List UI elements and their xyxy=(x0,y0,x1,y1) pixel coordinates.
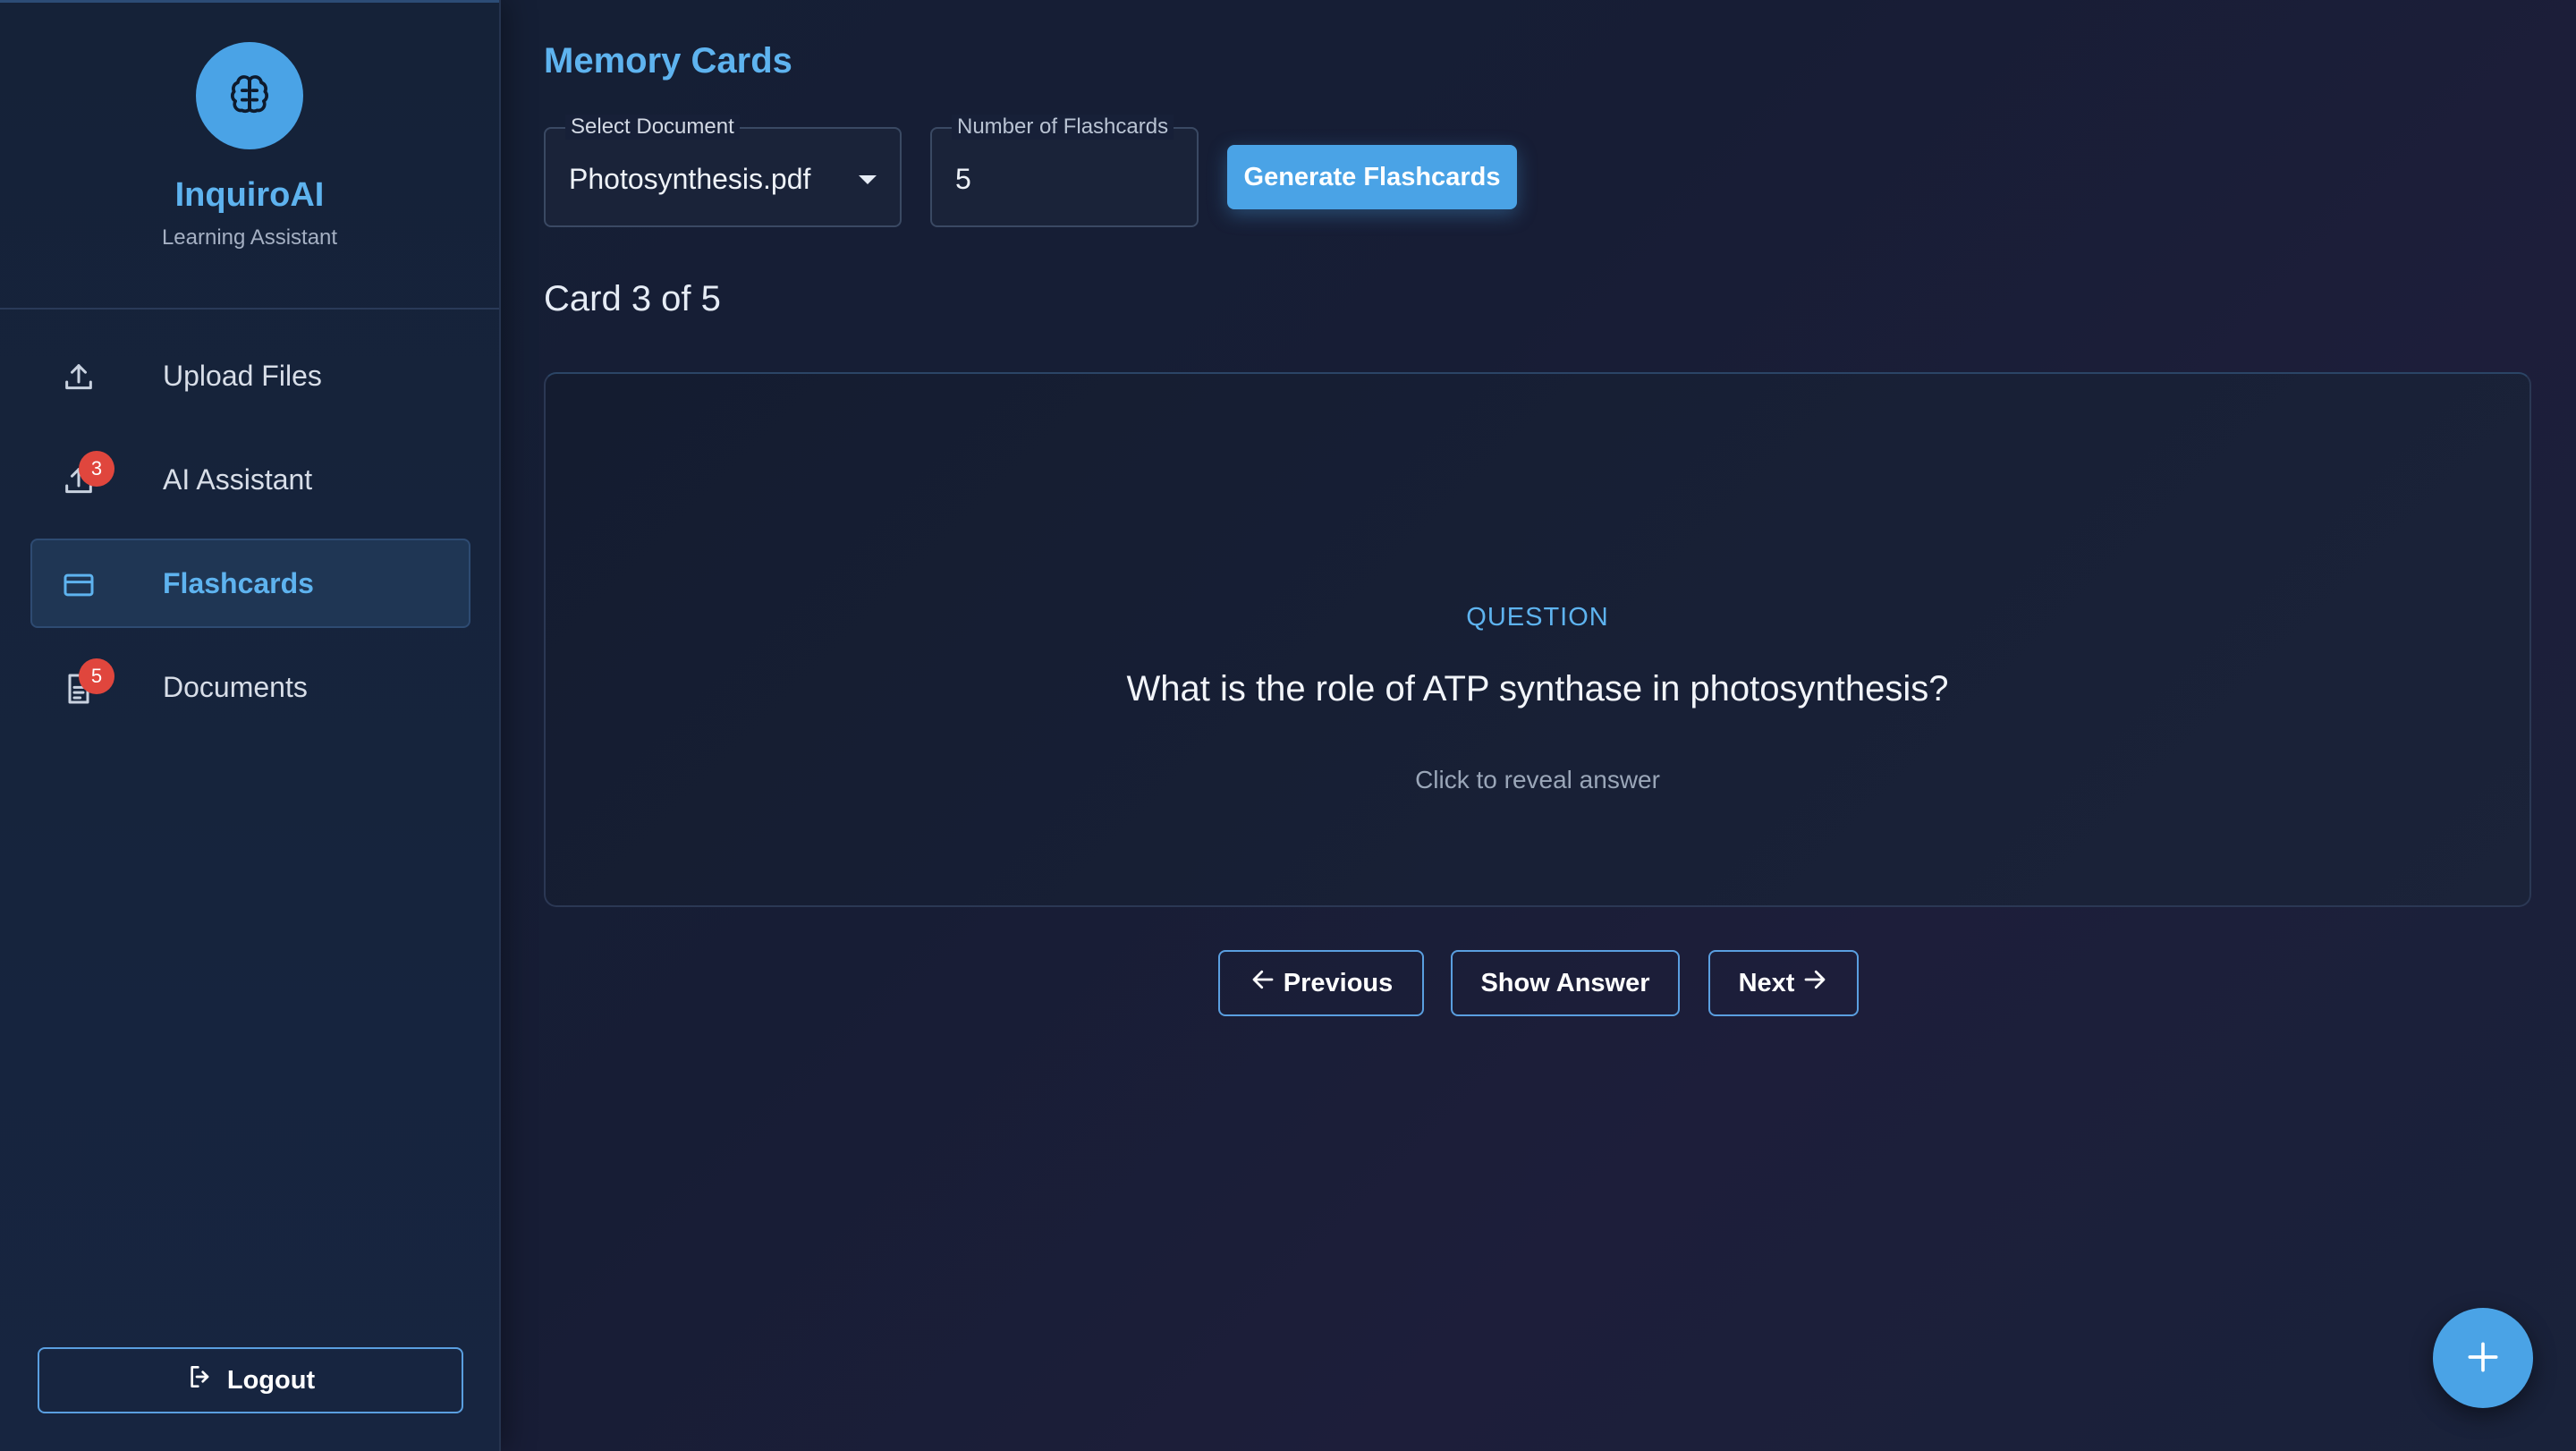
sidebar-item-label: Upload Files xyxy=(163,359,322,392)
generate-flashcards-button[interactable]: Generate Flashcards xyxy=(1227,145,1517,209)
sidebar: InquiroAI Learning Assistant Upload File… xyxy=(0,0,501,1451)
logout-button[interactable]: Logout xyxy=(38,1347,463,1413)
upload-icon xyxy=(61,360,97,395)
document-select-value: Photosynthesis.pdf xyxy=(569,163,811,195)
arrow-right-icon xyxy=(1801,966,1828,1000)
main-content: Memory Cards Select Document Photosynthe… xyxy=(501,0,2576,1451)
document-select[interactable]: Select Document Photosynthesis.pdf xyxy=(544,115,902,227)
notification-badge: 5 xyxy=(79,658,114,694)
notification-badge: 3 xyxy=(79,451,114,487)
previous-label: Previous xyxy=(1283,968,1394,997)
sidebar-item-label: AI Assistant xyxy=(163,462,313,496)
logout-icon xyxy=(186,1362,215,1398)
brain-icon xyxy=(196,42,303,149)
caret-down-icon xyxy=(859,175,877,184)
page-title: Memory Cards xyxy=(544,41,792,81)
arrow-left-icon xyxy=(1250,966,1276,1000)
card-counter: Card 3 of 5 xyxy=(544,279,721,318)
sidebar-header: InquiroAI Learning Assistant xyxy=(0,0,499,310)
reveal-hint: Click to reveal answer xyxy=(1415,766,1660,793)
brand-tagline: Learning Assistant xyxy=(161,225,338,250)
show-answer-button[interactable]: Show Answer xyxy=(1451,950,1680,1016)
sidebar-item-upload-files[interactable]: Upload Files xyxy=(30,331,470,420)
plus-icon xyxy=(2463,1337,2503,1379)
flashcard[interactable]: QUESTION What is the role of ATP synthas… xyxy=(544,372,2531,907)
next-label: Next xyxy=(1738,968,1795,997)
sidebar-nav: Upload Files 3 AI Assistant Flashcards 5… xyxy=(30,331,470,746)
sidebar-item-label: Flashcards xyxy=(163,566,314,599)
sidebar-item-label: Documents xyxy=(163,670,308,703)
app-window: InquiroAI Learning Assistant Upload File… xyxy=(0,0,2576,1451)
previous-button[interactable]: Previous xyxy=(1218,950,1424,1016)
card-icon xyxy=(61,567,97,603)
add-fab-button[interactable] xyxy=(2433,1308,2533,1408)
sidebar-item-ai-assistant[interactable]: 3 AI Assistant xyxy=(30,435,470,524)
logout-label: Logout xyxy=(226,1365,316,1395)
flashcard-count-input[interactable]: Number of Flashcards 5 xyxy=(930,115,1199,227)
sidebar-item-flashcards[interactable]: Flashcards xyxy=(30,539,470,628)
flashcard-count-label: Number of Flashcards xyxy=(952,115,1174,140)
card-question: What is the role of ATP synthase in phot… xyxy=(1126,669,1949,709)
card-side-label: QUESTION xyxy=(1466,603,1609,632)
sidebar-item-documents[interactable]: 5 Documents xyxy=(30,642,470,732)
flashcard-count-value: 5 xyxy=(955,163,971,195)
brand-name: InquiroAI xyxy=(174,176,325,214)
document-select-label: Select Document xyxy=(565,115,740,140)
next-button[interactable]: Next xyxy=(1708,950,1859,1016)
